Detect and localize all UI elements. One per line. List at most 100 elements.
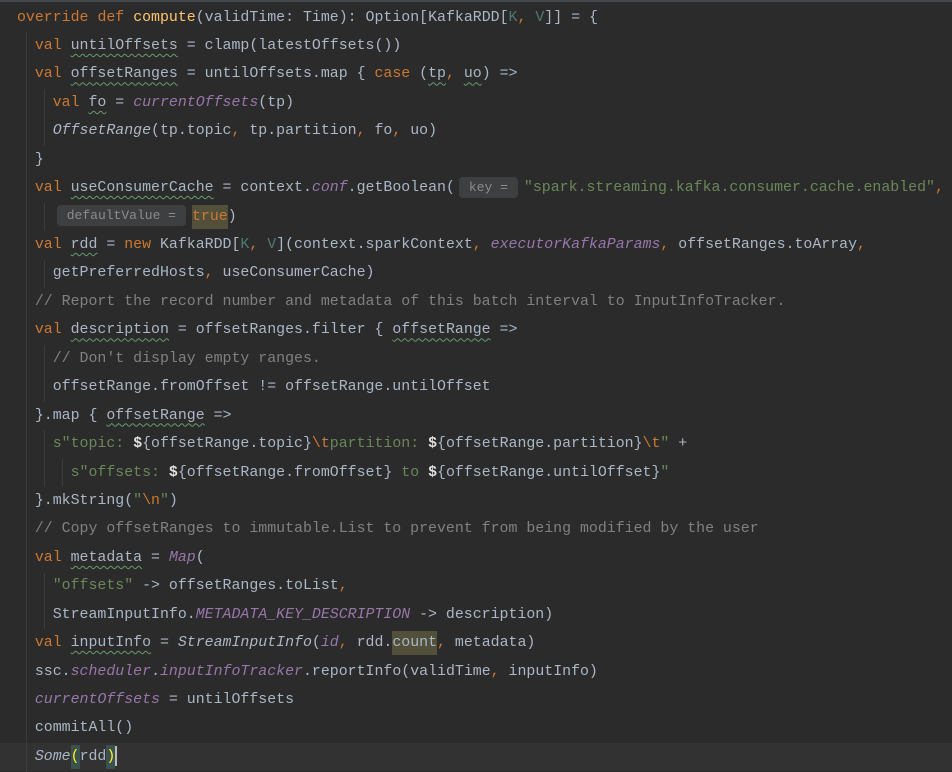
parameter-name-hint: key = bbox=[458, 176, 518, 198]
code-line[interactable]: OffsetRange(tp.topic, tp.partition, fo, … bbox=[0, 117, 952, 145]
interpolation-marker: $ bbox=[428, 436, 438, 453]
code-line[interactable]: // Copy offsetRanges to immutable.List t… bbox=[0, 515, 952, 543]
code-text: ) bbox=[168, 492, 178, 509]
interpolation-marker: $ bbox=[168, 464, 178, 481]
code-text: .getBoolean( bbox=[347, 180, 455, 197]
escape-sequence: \n bbox=[142, 492, 160, 509]
code-text: {offsetRange.fromOffset} bbox=[177, 464, 393, 481]
code-line[interactable]: } bbox=[0, 146, 952, 174]
code-line[interactable]: defaultValue = true) bbox=[0, 203, 952, 231]
code-line[interactable]: val rdd = new KafkaRDD[K, V](context.spa… bbox=[0, 231, 952, 259]
code-text: (tp.topic bbox=[151, 123, 232, 140]
method-name: compute bbox=[133, 9, 196, 26]
code-text: + bbox=[669, 436, 688, 453]
code-text: rdd. bbox=[347, 635, 393, 652]
code-text-area[interactable]: override def compute(validTime: Time): O… bbox=[0, 4, 952, 772]
matched-brace: ( bbox=[70, 744, 80, 769]
code-line[interactable]: val untilOffsets = clamp(latestOffsets()… bbox=[0, 32, 952, 60]
code-line[interactable]: currentOffsets = untilOffsets bbox=[0, 686, 952, 714]
code-text: ) bbox=[227, 208, 237, 225]
code-text: = bbox=[142, 549, 169, 566]
type-parameter: V bbox=[535, 9, 545, 26]
comma: , bbox=[204, 265, 214, 282]
code-line-current[interactable]: Some(rdd) bbox=[0, 742, 952, 772]
keyword: val bbox=[34, 66, 62, 83]
code-text: {offsetRange.topic} bbox=[142, 436, 312, 453]
code-text: => bbox=[490, 322, 518, 339]
code-text: (validTime: Time): Option[KafkaRDD[ bbox=[195, 9, 509, 26]
string-literal: s"offsets: bbox=[70, 464, 169, 481]
code-text: ]] = { bbox=[544, 9, 598, 26]
code-text: rdd bbox=[70, 237, 98, 253]
comma: , bbox=[249, 237, 259, 253]
comment: // Report the record number and metadata… bbox=[34, 293, 786, 310]
string-literal: " bbox=[159, 492, 169, 509]
code-text: tp bbox=[428, 66, 446, 83]
interpolation-marker: $ bbox=[428, 464, 438, 481]
keyword: override bbox=[17, 9, 89, 26]
code-line[interactable]: "offsets" -> offsetRanges.toList, bbox=[0, 572, 952, 600]
code-line[interactable]: val metadata = Map( bbox=[0, 544, 952, 572]
code-line[interactable]: val inputInfo = StreamInputInfo(id, rdd.… bbox=[0, 629, 952, 657]
string-literal: partition: bbox=[329, 436, 429, 453]
code-text: offsetRange bbox=[106, 407, 205, 424]
keyword: val bbox=[34, 37, 62, 54]
field-reference: scheduler bbox=[70, 663, 152, 680]
keyword: case bbox=[374, 66, 411, 83]
string-literal: to bbox=[392, 464, 429, 481]
comment: // Don't display empty ranges. bbox=[52, 350, 321, 367]
field-reference: executorKafkaParams bbox=[490, 237, 661, 253]
code-text: } bbox=[17, 151, 44, 168]
field-reference: Map bbox=[168, 549, 196, 566]
string-literal: s"topic: bbox=[52, 436, 134, 453]
code-line[interactable]: val offsetRanges = untilOffsets.map { ca… bbox=[0, 60, 952, 88]
text-caret bbox=[115, 745, 118, 766]
code-line[interactable]: commitAll() bbox=[0, 714, 952, 742]
code-line[interactable]: }.map { offsetRange => bbox=[0, 402, 952, 430]
keyword: val bbox=[34, 549, 62, 566]
code-line[interactable]: s"offsets: ${offsetRange.fromOffset} to … bbox=[0, 459, 952, 487]
code-line[interactable]: // Don't display empty ranges. bbox=[0, 345, 952, 373]
code-text: fo bbox=[365, 123, 393, 140]
code-line[interactable]: offsetRange.fromOffset != offsetRange.un… bbox=[0, 373, 952, 401]
code-line[interactable]: s"topic: $ {offsetRange.topic}\tpartition… bbox=[0, 430, 952, 458]
code-text: ssc. bbox=[17, 663, 71, 680]
comma: , bbox=[472, 237, 482, 253]
code-text: offsetRanges bbox=[70, 66, 178, 83]
code-text: description bbox=[70, 322, 169, 339]
code-editor[interactable]: override def compute(validTime: Time): O… bbox=[0, 0, 952, 772]
keyword: val bbox=[34, 237, 62, 253]
keyword: new bbox=[124, 237, 152, 253]
code-line[interactable]: val fo = currentOffsets(tp) bbox=[0, 89, 952, 117]
code-line[interactable]: override def compute(validTime: Time): O… bbox=[0, 4, 952, 32]
code-line[interactable]: }.mkString("\n") bbox=[0, 487, 952, 515]
code-text: = offsetRanges.filter { bbox=[168, 322, 393, 339]
keyword: val bbox=[34, 180, 62, 197]
code-line[interactable]: // Report the record number and metadata… bbox=[0, 288, 952, 316]
code-text: useConsumerCache) bbox=[213, 265, 375, 282]
code-line[interactable]: StreamInputInfo.METADATA_KEY_DESCRIPTION… bbox=[0, 601, 952, 629]
code-text: ( bbox=[311, 635, 321, 652]
code-line[interactable]: getPreferredHosts, useConsumerCache) bbox=[0, 259, 952, 287]
code-line[interactable]: val description = offsetRanges.filter { … bbox=[0, 316, 952, 344]
code-line[interactable]: val useConsumerCache = context.conf.getB… bbox=[0, 174, 952, 202]
code-text: uo) bbox=[401, 123, 438, 140]
escape-sequence: \t bbox=[311, 436, 330, 453]
field-reference: currentOffsets bbox=[133, 94, 259, 111]
code-line[interactable]: ssc.scheduler.inputInfoTracker.reportInf… bbox=[0, 658, 952, 686]
